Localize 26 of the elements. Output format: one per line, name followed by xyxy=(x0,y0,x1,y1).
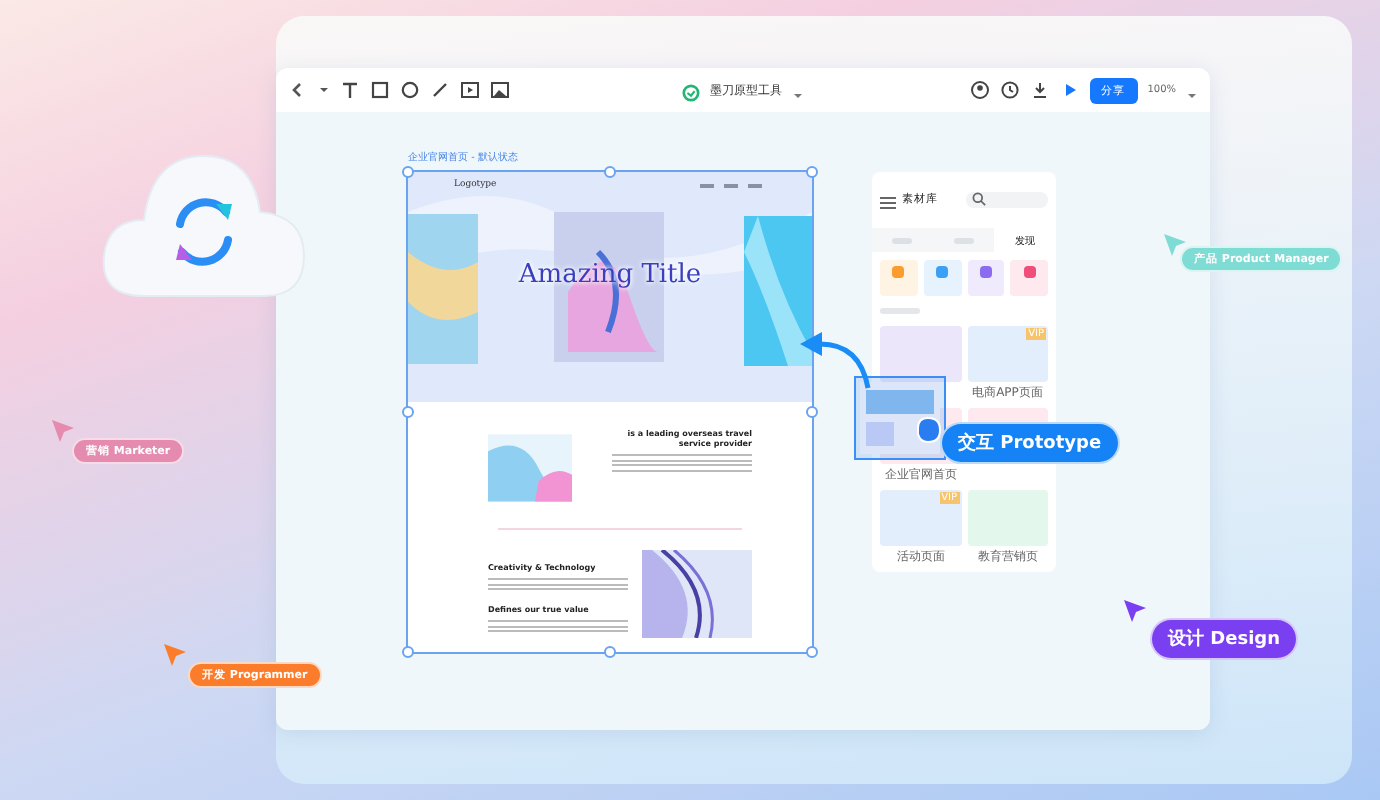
arrow-icon xyxy=(800,332,872,392)
cursor-icon xyxy=(52,420,74,442)
search-field[interactable] xyxy=(966,191,1048,207)
cursor-tooltip: 交互 Prototype xyxy=(940,422,1120,464)
cursor-tooltip: 设计 Design xyxy=(1150,618,1298,660)
cursor-icon xyxy=(1124,600,1146,622)
text-tool-icon[interactable] xyxy=(340,80,360,100)
template-card[interactable] xyxy=(880,326,961,382)
body-text-lines xyxy=(488,620,628,632)
cursor-icon xyxy=(164,644,186,666)
caret-icon[interactable] xyxy=(318,84,330,96)
image-tool-icon[interactable] xyxy=(490,80,510,100)
category-card[interactable] xyxy=(967,260,1005,296)
body-text-lines xyxy=(612,454,752,471)
body-text-lines xyxy=(488,578,628,590)
cursor-icon xyxy=(1164,234,1186,256)
video-tool-icon[interactable] xyxy=(460,80,480,100)
history-icon[interactable] xyxy=(999,80,1020,100)
category-card[interactable] xyxy=(1010,260,1048,296)
line-tool-icon[interactable] xyxy=(430,80,450,100)
search-icon xyxy=(972,192,986,206)
circle-tool-icon[interactable] xyxy=(400,80,420,100)
category-card[interactable] xyxy=(923,260,961,296)
download-icon[interactable] xyxy=(1029,80,1050,100)
rectangle-tool-icon[interactable] xyxy=(370,80,390,100)
nav-links xyxy=(700,184,762,187)
